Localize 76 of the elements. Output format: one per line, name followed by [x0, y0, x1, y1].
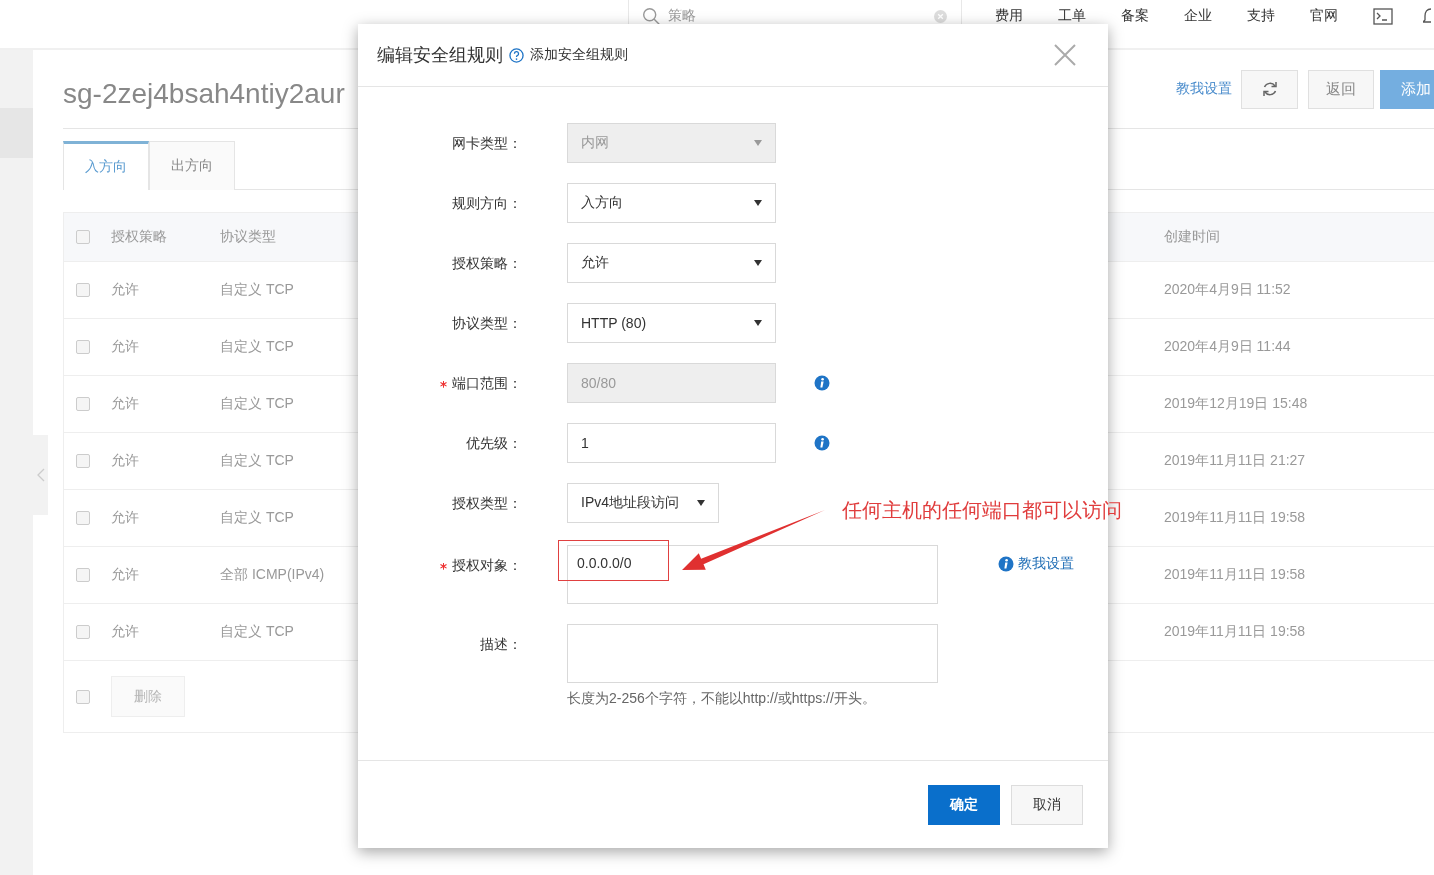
terminal-icon[interactable]	[1373, 7, 1393, 25]
table-cell: 允许	[111, 281, 139, 299]
cancel-button[interactable]: 取消	[1011, 785, 1083, 825]
table-cell: 允许	[111, 566, 139, 584]
field-label: 网卡类型：	[452, 135, 522, 151]
checkbox[interactable]	[76, 568, 90, 582]
table-cell: 自定义 TCP	[220, 623, 294, 641]
checkbox[interactable]	[76, 340, 90, 354]
nav-link[interactable]: 支持	[1247, 7, 1310, 41]
input-field[interactable]: 1	[567, 423, 776, 463]
table-cell: 2020年4月9日 11:44	[1164, 338, 1291, 356]
help-link[interactable]: 教我设置	[1176, 80, 1232, 98]
table-cell: 2019年11月11日 19:58	[1164, 566, 1306, 584]
field-label: 授权对象：	[440, 557, 522, 573]
confirm-button[interactable]: 确定	[928, 785, 1000, 825]
select-field[interactable]: 入方向	[567, 183, 776, 223]
hint-text: 长度为2-256个字符，不能以http://或https://开头。	[567, 690, 877, 708]
table-cell: 2019年11月11日 21:27	[1164, 452, 1306, 470]
table-cell: 2019年11月11日 19:58	[1164, 623, 1306, 641]
nav-link[interactable]: 企业	[1184, 7, 1247, 41]
checkbox[interactable]	[76, 625, 90, 639]
caret-icon	[697, 500, 705, 506]
dialog-title: 编辑安全组规则	[377, 44, 503, 67]
refresh-button[interactable]	[1241, 69, 1298, 109]
field-label: 描述：	[480, 636, 522, 652]
search-icon	[643, 7, 660, 25]
checkbox[interactable]	[76, 454, 90, 468]
table-cell: 自定义 TCP	[220, 281, 294, 299]
column-header: 协议类型	[220, 228, 276, 246]
page-title: sg-2zej4bsah4ntiy2aur	[63, 77, 346, 110]
checkbox[interactable]	[76, 511, 90, 525]
close-icon[interactable]	[1054, 44, 1076, 66]
caret-icon	[754, 200, 762, 206]
help-icon	[509, 47, 524, 63]
table-cell: 2020年4月9日 11:52	[1164, 281, 1291, 299]
select-field[interactable]: HTTP (80)	[567, 303, 776, 343]
checkbox[interactable]	[76, 397, 90, 411]
caret-icon	[754, 140, 762, 146]
table-cell: 允许	[111, 338, 139, 356]
collapse-handle[interactable]	[33, 435, 48, 515]
help-link[interactable]: 添加安全组规则	[530, 46, 628, 64]
tab[interactable]: 出方向	[149, 141, 235, 190]
nav-link[interactable]: 官网	[1310, 7, 1373, 41]
table-cell: 自定义 TCP	[220, 452, 294, 470]
annotation-text: 任何主机的任何端口都可以访问	[842, 498, 1122, 523]
checkbox[interactable]	[76, 283, 90, 297]
table-cell: 2019年11月11日 19:58	[1164, 509, 1306, 527]
table-cell: 自定义 TCP	[220, 509, 294, 527]
caret-icon	[754, 320, 762, 326]
checkbox[interactable]	[76, 230, 90, 244]
table-cell: 允许	[111, 509, 139, 527]
select-field[interactable]: IPv4地址段访问	[567, 483, 719, 523]
field-label: 协议类型：	[452, 315, 522, 331]
text-area[interactable]	[567, 624, 938, 683]
table-cell: 允许	[111, 395, 139, 413]
column-header: 创建时间	[1164, 228, 1220, 246]
field-label: 端口范围：	[440, 375, 522, 391]
field-label: 授权策略：	[452, 255, 522, 271]
table-cell: 允许	[111, 623, 139, 641]
table-cell: 自定义 TCP	[220, 338, 294, 356]
field-label: 规则方向：	[452, 195, 522, 211]
table-cell: 2019年12月19日 15:48	[1164, 395, 1308, 413]
field-label: 优先级：	[466, 435, 522, 451]
clear-icon[interactable]	[934, 9, 947, 23]
select-field[interactable]: 允许	[567, 243, 776, 283]
table-cell: 自定义 TCP	[220, 395, 294, 413]
checkbox[interactable]	[76, 689, 90, 704]
field-label: 授权类型：	[452, 495, 522, 511]
nav-link[interactable]: 备案	[1121, 7, 1184, 41]
refresh-icon	[1261, 81, 1278, 97]
table-cell: 全部 ICMP(IPv4)	[220, 566, 325, 584]
help-link[interactable]: 教我设置	[1018, 555, 1074, 573]
info-icon	[998, 556, 1014, 572]
text-area[interactable]: 0.0.0.0/0	[567, 545, 938, 604]
table-cell: 允许	[111, 452, 139, 470]
column-header: 授权策略	[111, 228, 167, 246]
